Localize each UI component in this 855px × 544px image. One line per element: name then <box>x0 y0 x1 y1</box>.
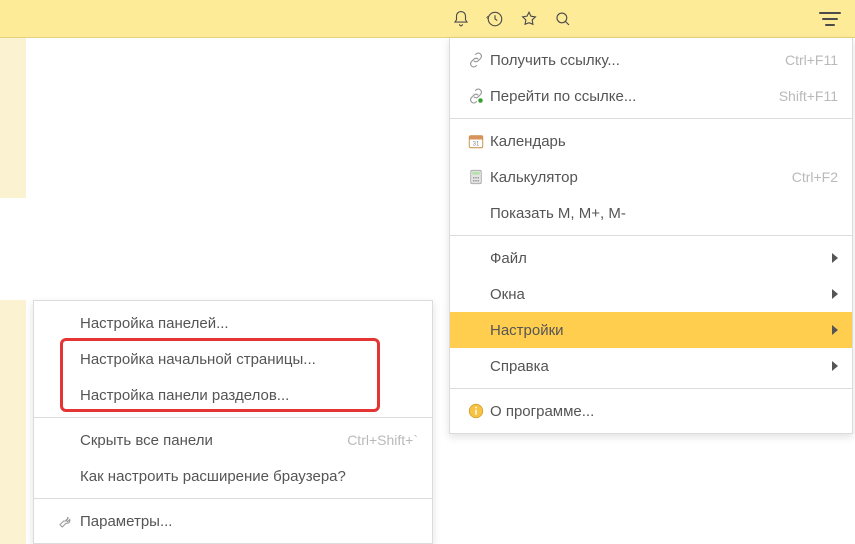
menu-label: Перейти по ссылке... <box>490 88 779 105</box>
chevron-right-icon <box>832 325 838 335</box>
menu-item-about[interactable]: О программе... <box>450 393 852 429</box>
menu-label: Справка <box>490 358 824 375</box>
star-icon[interactable] <box>520 10 538 28</box>
chevron-right-icon <box>832 289 838 299</box>
submenu-label: Настройка начальной страницы... <box>80 351 418 368</box>
svg-text:31: 31 <box>473 142 480 148</box>
menu-label: Калькулятор <box>490 169 792 186</box>
menu-shortcut: Shift+F11 <box>779 88 838 104</box>
submenu-item-hide-all[interactable]: Скрыть все панели Ctrl+Shift+` <box>34 422 432 458</box>
submenu-item-panels[interactable]: Настройка панелей... <box>34 305 432 341</box>
calendar-icon: 31 <box>462 132 490 150</box>
menu-item-calendar[interactable]: 31 Календарь <box>450 123 852 159</box>
menu-label: Настройки <box>490 322 824 339</box>
calculator-icon <box>462 168 490 186</box>
submenu-separator <box>34 498 432 499</box>
menu-separator <box>450 388 852 389</box>
submenu-separator <box>34 417 432 418</box>
menu-shortcut: Ctrl+F2 <box>792 169 838 185</box>
submenu-item-how-to-configure[interactable]: Как настроить расширение браузера? <box>34 458 432 494</box>
menu-item-get-link[interactable]: Получить ссылку... Ctrl+F11 <box>450 42 852 78</box>
hamburger-icon[interactable] <box>819 10 841 28</box>
menu-label: Файл <box>490 250 824 267</box>
menu-item-show-m[interactable]: Показать M, M+, M- <box>450 195 852 231</box>
history-icon[interactable] <box>486 10 504 28</box>
submenu-item-sections-panel[interactable]: Настройка панели разделов... <box>34 377 432 413</box>
menu-shortcut: Ctrl+F11 <box>785 52 838 68</box>
submenu-label: Как настроить расширение браузера? <box>80 468 418 485</box>
toolbar <box>0 0 855 38</box>
menu-item-help[interactable]: Справка <box>450 348 852 384</box>
menu-item-calculator[interactable]: Калькулятор Ctrl+F2 <box>450 159 852 195</box>
menu-label: Получить ссылку... <box>490 52 785 69</box>
submenu-label: Настройка панели разделов... <box>80 387 418 404</box>
submenu-item-start-page[interactable]: Настройка начальной страницы... <box>34 341 432 377</box>
submenu-item-parameters[interactable]: Параметры... <box>34 503 432 539</box>
left-bg-strip-lower <box>0 300 26 544</box>
submenu-label: Настройка панелей... <box>80 315 418 332</box>
link-icon <box>462 51 490 69</box>
wrench-icon <box>52 512 80 530</box>
menu-label: О программе... <box>490 403 838 420</box>
submenu-label: Параметры... <box>80 513 418 530</box>
link-go-icon <box>462 87 490 105</box>
menu-separator <box>450 235 852 236</box>
menu-label: Показать M, M+, M- <box>490 205 838 222</box>
toolbar-icon-group <box>452 10 572 28</box>
main-menu: Получить ссылку... Ctrl+F11 Перейти по с… <box>449 38 853 434</box>
menu-item-go-link[interactable]: Перейти по ссылке... Shift+F11 <box>450 78 852 114</box>
menu-separator <box>450 118 852 119</box>
menu-item-settings[interactable]: Настройки <box>450 312 852 348</box>
settings-submenu: Настройка панелей... Настройка начальной… <box>33 300 433 544</box>
bell-icon[interactable] <box>452 10 470 28</box>
left-bg-strip <box>0 38 26 198</box>
submenu-shortcut: Ctrl+Shift+` <box>347 432 418 448</box>
menu-item-file[interactable]: Файл <box>450 240 852 276</box>
menu-item-windows[interactable]: Окна <box>450 276 852 312</box>
info-icon <box>462 402 490 420</box>
menu-label: Календарь <box>490 133 838 150</box>
search-icon[interactable] <box>554 10 572 28</box>
submenu-label: Скрыть все панели <box>80 432 347 449</box>
menu-label: Окна <box>490 286 824 303</box>
chevron-right-icon <box>832 253 838 263</box>
chevron-right-icon <box>832 361 838 371</box>
